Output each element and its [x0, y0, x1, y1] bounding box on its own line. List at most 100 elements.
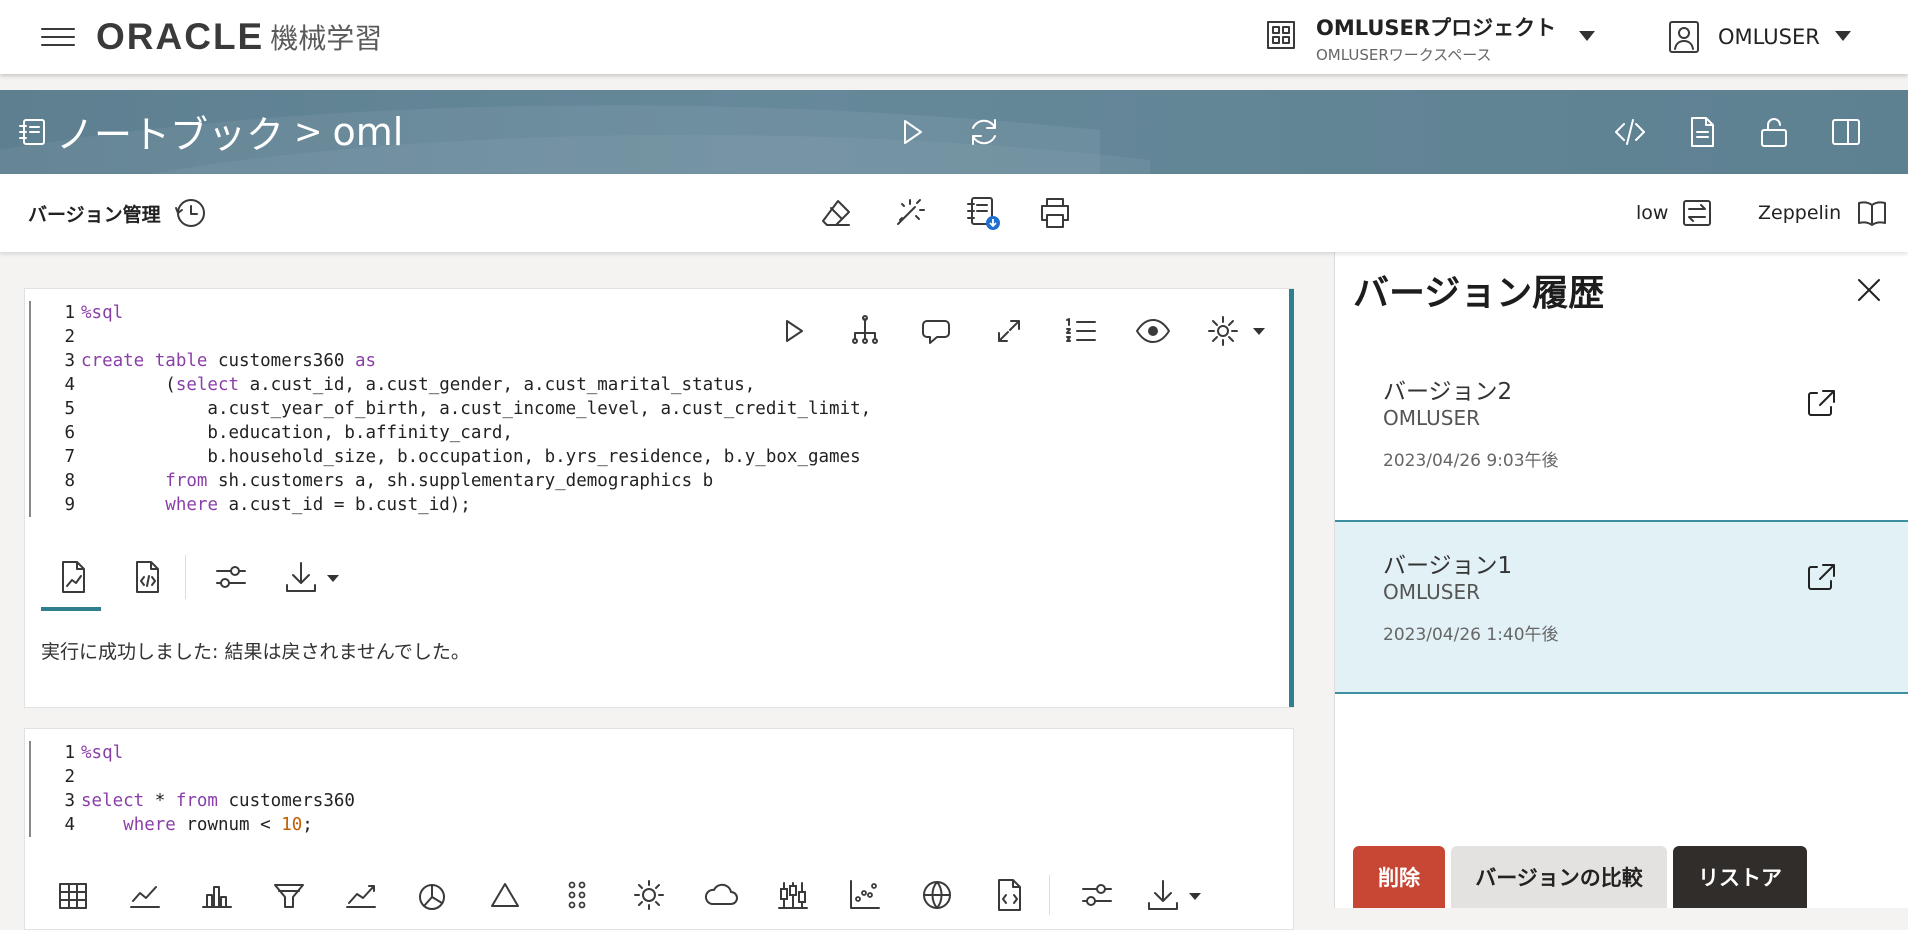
code-token: where: [165, 495, 218, 515]
sliders-icon[interactable]: [1077, 875, 1117, 915]
download-icon: [1148, 880, 1178, 910]
pie-chart-icon[interactable]: [413, 875, 453, 915]
sliders-icon[interactable]: [211, 557, 251, 597]
refresh-button[interactable]: [964, 112, 1004, 152]
history-clock-icon: [174, 199, 205, 227]
delete-button[interactable]: 削除: [1353, 846, 1445, 908]
code-token: (: [81, 375, 176, 395]
document-icon[interactable]: [1682, 112, 1722, 152]
download-button[interactable]: [281, 557, 351, 597]
code-token: from: [175, 791, 218, 811]
restore-button[interactable]: リストア: [1673, 846, 1807, 908]
open-external-icon[interactable]: [1803, 558, 1841, 596]
globe-icon[interactable]: [917, 875, 957, 915]
code-doc-icon[interactable]: [127, 557, 167, 597]
gear-icon: [1208, 316, 1238, 346]
breadcrumb-separator: >: [294, 111, 323, 152]
code-token: table: [154, 351, 208, 371]
version-name: バージョン1: [1383, 553, 1513, 579]
code-token: *: [144, 791, 176, 811]
funnel-chart-icon[interactable]: [269, 875, 309, 915]
active-paragraph-indicator: [1289, 289, 1294, 707]
version-name: バージョン2: [1383, 379, 1513, 405]
code-token: 10: [281, 815, 303, 835]
expand-icon[interactable]: [989, 311, 1029, 351]
code-line: 4 (select a.cust_id, a.cust_gender, a.cu…: [31, 373, 871, 397]
numbered-list-icon[interactable]: [1061, 311, 1101, 351]
code-token: b.household_size, b.occupation, b.yrs_re…: [81, 447, 861, 467]
project-name: OMLUSERプロジェクト: [1316, 16, 1557, 40]
code-line: 8 from sh.customers a, sh.supplementary_…: [31, 469, 871, 493]
code-token: create: [81, 351, 145, 371]
project-selector[interactable]: OMLUSERプロジェクト OMLUSERワークスペース: [1266, 8, 1610, 66]
notebook-download-icon[interactable]: [964, 194, 1002, 232]
version-item-selected[interactable]: バージョン1 OMLUSER 2023/04/26 1:40午後: [1335, 522, 1908, 694]
code-editor[interactable]: 1%sql2​3select * from customers3604 wher…: [29, 741, 355, 837]
trend-chart-icon[interactable]: [341, 875, 381, 915]
cloud-icon[interactable]: [701, 875, 741, 915]
code-token: sh.customers a, sh.supplementary_demogra…: [207, 471, 714, 491]
code-line: 5 a.cust_year_of_birth, a.cust_income_le…: [31, 397, 871, 421]
open-external-icon[interactable]: [1803, 384, 1841, 422]
unlock-icon[interactable]: [1754, 112, 1794, 152]
run-all-button[interactable]: [892, 112, 932, 152]
code-line: 9 where a.cust_id = b.cust_id);: [31, 493, 871, 517]
panel-title: バージョン履歴: [1353, 273, 1605, 314]
code-icon[interactable]: [1610, 112, 1650, 152]
code-token: as: [354, 351, 377, 371]
version-item[interactable]: バージョン2 OMLUSER 2023/04/26 9:03午後: [1335, 348, 1908, 522]
project-grid-icon: [1266, 20, 1296, 50]
notebook-icon: [18, 117, 48, 147]
breadcrumb-notebooks[interactable]: ノートブック: [56, 104, 284, 159]
eraser-icon[interactable]: [818, 194, 856, 232]
comment-icon[interactable]: [917, 311, 957, 351]
connection-selector[interactable]: low: [1636, 194, 1714, 232]
dots-grid-icon[interactable]: [557, 875, 597, 915]
eye-icon[interactable]: [1133, 311, 1173, 351]
version-management-button[interactable]: バージョン管理: [28, 196, 207, 230]
oracle-wordmark: ORACLE: [96, 16, 265, 57]
version-management-label: バージョン管理: [28, 203, 161, 226]
code-token: from: [165, 471, 208, 491]
product-name: 機械学習: [270, 22, 383, 55]
close-icon[interactable]: [1849, 270, 1889, 310]
sidebar-panel-icon[interactable]: [1826, 112, 1866, 152]
scatter-icon[interactable]: [845, 875, 885, 915]
paragraph-2[interactable]: 1%sql2​3select * from customers3604 wher…: [24, 728, 1294, 930]
sparkle-icon[interactable]: [890, 194, 928, 232]
hamburger-icon[interactable]: [38, 22, 78, 52]
table-icon[interactable]: [53, 875, 93, 915]
line-number: 2: [64, 767, 75, 787]
paragraph-1[interactable]: 1%sql2​3create table customers360 as4 (s…: [24, 288, 1294, 708]
printer-icon[interactable]: [1036, 194, 1074, 232]
code-line: 6 b.education, b.affinity_card,: [31, 421, 871, 445]
bar-chart-icon[interactable]: [197, 875, 237, 915]
code-line: 4 where rownum < 10;: [31, 813, 355, 837]
code-token: a.cust_year_of_birth, a.cust_income_leve…: [81, 399, 872, 419]
code-doc-icon[interactable]: [989, 875, 1029, 915]
version-date: 2023/04/26 1:40午後: [1383, 625, 1559, 645]
code-editor[interactable]: 1%sql2​3create table customers360 as4 (s…: [29, 301, 871, 517]
sun-icon[interactable]: [629, 875, 669, 915]
triangle-icon[interactable]: [485, 875, 525, 915]
download-button[interactable]: [1143, 875, 1213, 915]
paragraph-settings-button[interactable]: [1205, 311, 1271, 351]
interpreter-selector[interactable]: Zeppelin: [1758, 194, 1889, 232]
compare-versions-button[interactable]: バージョンの比較: [1451, 846, 1667, 908]
candlestick-icon[interactable]: [773, 875, 813, 915]
code-token: customers360: [207, 351, 355, 371]
flowchart-icon[interactable]: [845, 311, 885, 351]
line-number: 5: [64, 399, 75, 419]
line-number: 1: [64, 303, 75, 323]
code-line: 2​: [31, 765, 355, 789]
result-view-tab[interactable]: [53, 557, 93, 597]
line-number: 8: [64, 471, 75, 491]
line-number: 9: [64, 495, 75, 515]
line-chart-icon[interactable]: [125, 875, 165, 915]
run-paragraph-icon[interactable]: [773, 311, 813, 351]
user-menu[interactable]: OMLUSER: [1668, 16, 1868, 58]
version-user: OMLUSER: [1383, 580, 1481, 604]
divider: [1049, 875, 1050, 915]
